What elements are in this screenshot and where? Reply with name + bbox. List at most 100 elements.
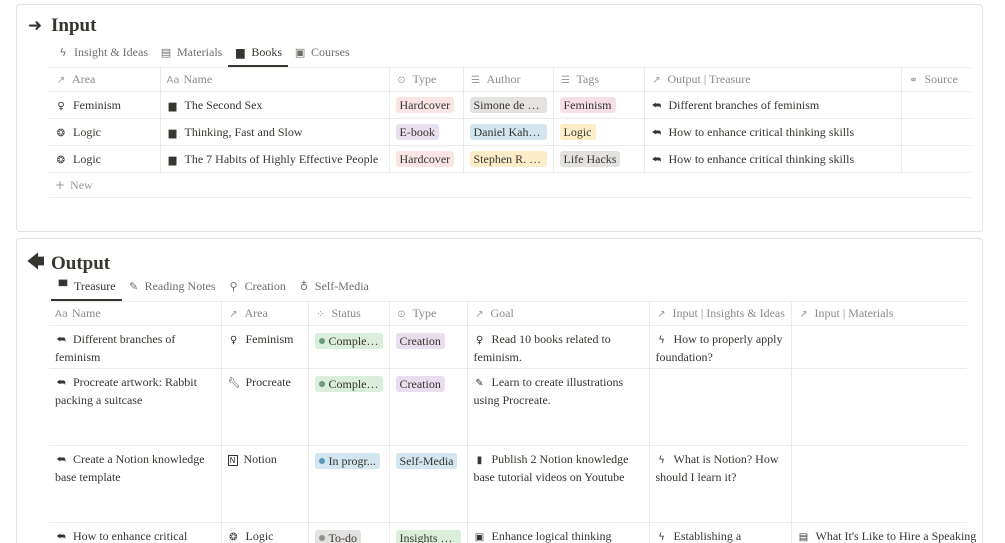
material-cell[interactable] [791, 325, 967, 369]
author-cell[interactable]: Stephen R. C... [463, 145, 554, 173]
reply-arrow-icon: ⮪ [56, 532, 66, 543]
brain-icon: ❂ [56, 127, 66, 139]
input-title: Input [51, 15, 97, 36]
tab-creation[interactable]: ⚲ Creation [222, 273, 292, 299]
table-row[interactable]: ⮪ Create a Notion knowledge base template… [49, 445, 967, 523]
name-cell[interactable]: ⮪ Different branches of feminism [49, 325, 222, 369]
relation-arrow-icon: ↗ [229, 309, 238, 320]
new-row-button[interactable]: + New [49, 172, 971, 198]
lightbulb-icon: ⚲ [229, 279, 238, 293]
table-row[interactable]: ⮪ Procreate artwork: Rabbit packing a sui… [49, 368, 967, 446]
source-cell[interactable] [901, 91, 971, 119]
column-header-type[interactable]: ⊙ Type [389, 301, 468, 326]
area-cell[interactable]: 🔧︎ Procreate [221, 368, 309, 446]
column-header-tags[interactable]: ☰ Tags [553, 67, 645, 92]
tab-treasure[interactable]: ▀ Treasure [51, 273, 122, 301]
name-cell[interactable]: ⮪ Create a Notion knowledge base template [49, 445, 222, 523]
status-cell[interactable]: To-do [308, 522, 390, 543]
status-badge: To-do [314, 529, 361, 543]
status-badge: Complet... [314, 375, 383, 392]
insight-cell[interactable]: ϟ How to properly apply foundation? [649, 325, 792, 369]
course-icon: ▣ [294, 45, 306, 59]
relation-arrow-icon: ↗ [56, 75, 66, 86]
tags-cell[interactable]: Logic [553, 118, 645, 146]
area-cell[interactable]: N Notion [221, 445, 309, 523]
column-header-name[interactable]: Aa Name [160, 67, 390, 92]
column-header-source[interactable]: ⚭ Source [901, 67, 971, 92]
type-cell[interactable]: Insights & ... [389, 522, 468, 543]
column-header-name[interactable]: Aa Name [49, 301, 222, 326]
reply-arrow-icon: ⮪ [56, 455, 66, 466]
type-cell[interactable]: Self-Media [389, 445, 468, 523]
tags-cell[interactable]: Feminism [553, 91, 645, 119]
goal-cell[interactable]: ✎ Learn to create illustrations using Pro… [467, 368, 650, 446]
table-row[interactable]: ♀ Feminism ▆ The Second Sex Hardcover Simo… [49, 91, 971, 119]
material-cell[interactable] [791, 368, 967, 446]
goal-cell[interactable]: ▮ Publish 2 Notion knowledge base tutoria… [467, 445, 650, 523]
name-cell[interactable]: ▆ The 7 Habits of Highly Effective People [160, 145, 390, 173]
goal-cell[interactable]: ♀ Read 10 books related to feminism. [467, 325, 650, 369]
area-cell[interactable]: ♀ Feminism [221, 325, 309, 369]
output-cell[interactable]: ⮪ How to enhance critical thinking skills [644, 145, 902, 173]
source-cell[interactable] [901, 118, 971, 146]
tab-courses[interactable]: ▣ Courses [288, 39, 356, 65]
source-cell[interactable] [901, 145, 971, 173]
material-cell[interactable] [791, 445, 967, 523]
output-cell[interactable]: ⮪ Different branches of feminism [644, 91, 902, 119]
insight-cell[interactable] [649, 368, 792, 446]
column-header-input-materials[interactable]: ↗ Input | Materials [791, 301, 967, 326]
output-panel: 🡄 Output ▀ Treasure ✎ Reading Notes ⚲ Creat… [16, 238, 983, 543]
type-cell[interactable]: Hardcover [389, 91, 464, 119]
plus-icon: + [55, 177, 66, 192]
material-cell[interactable]: ▤ What It's Like to Hire a Speaking [791, 522, 976, 543]
type-cell[interactable]: Creation [389, 325, 468, 369]
status-cell[interactable]: Complet... [308, 368, 390, 446]
author-cell[interactable]: Simone de B... [463, 91, 554, 119]
status-property-icon: ⁘ [316, 309, 325, 320]
tab-self-media[interactable]: ♁ Self-Media [292, 273, 375, 299]
book-icon: ▆ [168, 100, 177, 112]
status-cell[interactable]: In progr... [308, 445, 390, 523]
type-cell[interactable]: Creation [389, 368, 468, 446]
area-cell[interactable]: ❂ Logic [49, 145, 161, 173]
tab-reading-notes[interactable]: ✎ Reading Notes [122, 273, 222, 299]
goal-cell[interactable]: ▣Enhance logical thinking skills. [467, 522, 650, 543]
column-header-area[interactable]: ↗ Area [49, 67, 161, 92]
reply-arrow-icon: ⮪ [651, 154, 662, 166]
select-property-icon: ⊙ [397, 75, 406, 86]
tags-cell[interactable]: Life Hacks [553, 145, 645, 173]
column-header-author[interactable]: ☰ Author [463, 67, 554, 92]
column-header-area[interactable]: ↗ Area [221, 301, 309, 326]
document-icon: ▤ [798, 532, 809, 543]
area-cell[interactable]: ❂ Logic [221, 522, 309, 543]
insight-cell[interactable]: ϟ What is Notion? How should I learn it? [649, 445, 792, 523]
type-cell[interactable]: E-book [389, 118, 464, 146]
table-row[interactable]: ⮪ How to enhance critical ❂ Logic To-do In… [49, 522, 976, 543]
area-cell[interactable]: ❂ Logic [49, 118, 161, 146]
insight-cell[interactable]: ϟ Establishing a [649, 522, 792, 543]
person-icon: ♀ [475, 335, 484, 346]
author-cell[interactable]: Daniel Kahn... [463, 118, 554, 146]
name-cell[interactable]: ⮪ How to enhance critical [49, 522, 222, 543]
table-header-row: ↗ Area Aa Name ⊙ Type ☰ Author ☰ Tags ↗ Output… [49, 67, 971, 92]
name-cell[interactable]: ▆ Thinking, Fast and Slow [160, 118, 390, 146]
column-header-goal[interactable]: ↗ Goal [467, 301, 650, 326]
status-cell[interactable]: Complet... [308, 325, 390, 369]
table-row[interactable]: ❂ Logic ▆ The 7 Habits of Highly Effective… [49, 145, 971, 173]
area-cell[interactable]: ♀ Feminism [49, 91, 161, 119]
table-row[interactable]: ❂ Logic ▆ Thinking, Fast and Slow E-book D… [49, 118, 971, 146]
type-cell[interactable]: Hardcover [389, 145, 464, 173]
tab-materials[interactable]: ▤ Materials [154, 39, 228, 65]
tab-insight-ideas[interactable]: ϟ Insight & Ideas [51, 39, 154, 65]
table-row[interactable]: ⮪ Different branches of feminism ♀ Feminis… [49, 325, 967, 369]
name-cell[interactable]: ▆ The Second Sex [160, 91, 390, 119]
column-header-output[interactable]: ↗ Output | Treasure [644, 67, 902, 92]
tab-books[interactable]: ▆ Books [228, 39, 288, 67]
column-header-status[interactable]: ⁘ Status [308, 301, 390, 326]
column-header-input-insights[interactable]: ↗ Input | Insights & Ideas [649, 301, 792, 326]
output-cell[interactable]: ⮪ How to enhance critical thinking skills [644, 118, 902, 146]
input-tabs: ϟ Insight & Ideas ▤ Materials ▆ Books ▣ Cour… [51, 39, 356, 67]
brain-icon: ❂ [229, 532, 238, 543]
name-cell[interactable]: ⮪ Procreate artwork: Rabbit packing a sui… [49, 368, 222, 446]
column-header-type[interactable]: ⊙ Type [389, 67, 464, 92]
